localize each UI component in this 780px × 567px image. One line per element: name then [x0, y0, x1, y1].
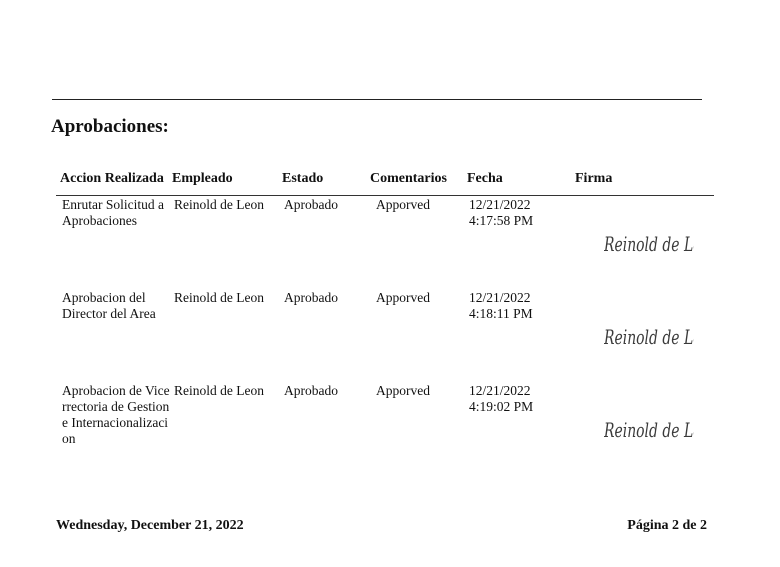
signature-image: Reinold de León	[603, 414, 719, 443]
header-comentarios: Comentarios	[370, 171, 447, 186]
top-divider	[52, 99, 702, 100]
signature-image: Reinold de León	[603, 321, 719, 350]
footer-date: Wednesday, December 21, 2022	[56, 518, 244, 533]
signature-script: Reinold de León	[604, 420, 694, 442]
cell-estado: Aprobado	[284, 383, 338, 398]
cell-estado: Aprobado	[284, 290, 338, 305]
cell-empleado: Reinold de Leon	[174, 197, 264, 212]
cell-fecha: 12/21/2022 4:17:58 PM	[469, 197, 534, 228]
cell-accion: Aprobacion de Vicerrectoria de Gestion e…	[62, 383, 170, 446]
header-divider	[56, 195, 714, 196]
cell-empleado: Reinold de Leon	[174, 290, 264, 305]
cell-fecha: 12/21/2022 4:19:02 PM	[469, 383, 534, 414]
signature-image: Reinold de León	[603, 228, 719, 257]
header-fecha: Fecha	[467, 171, 503, 186]
page-number: Página 2 de 2	[627, 518, 707, 533]
header-estado: Estado	[282, 171, 324, 186]
cell-empleado: Reinold de Leon	[174, 383, 264, 398]
signature-script: Reinold de León	[604, 327, 694, 349]
signature-drawing: Reinold de León	[603, 327, 719, 350]
cell-fecha: 12/21/2022 4:18:11 PM	[469, 290, 533, 321]
signature-script: Reinold de León	[604, 234, 694, 256]
cell-estado: Aprobado	[284, 197, 338, 212]
header-firma: Firma	[575, 171, 613, 186]
cell-accion: Aprobacion del Director del Area	[62, 290, 156, 321]
cell-accion: Enrutar Solicitud a Aprobaciones	[62, 197, 164, 228]
section-title: Aprobaciones:	[51, 116, 169, 137]
cell-comentarios: Apporved	[376, 290, 430, 305]
signature-drawing: Reinold de León	[603, 420, 719, 443]
header-empleado: Empleado	[172, 171, 233, 186]
cell-comentarios: Apporved	[376, 197, 430, 212]
cell-comentarios: Apporved	[376, 383, 430, 398]
header-accion: Accion Realizada	[60, 171, 164, 186]
signature-drawing: Reinold de León	[603, 234, 719, 257]
